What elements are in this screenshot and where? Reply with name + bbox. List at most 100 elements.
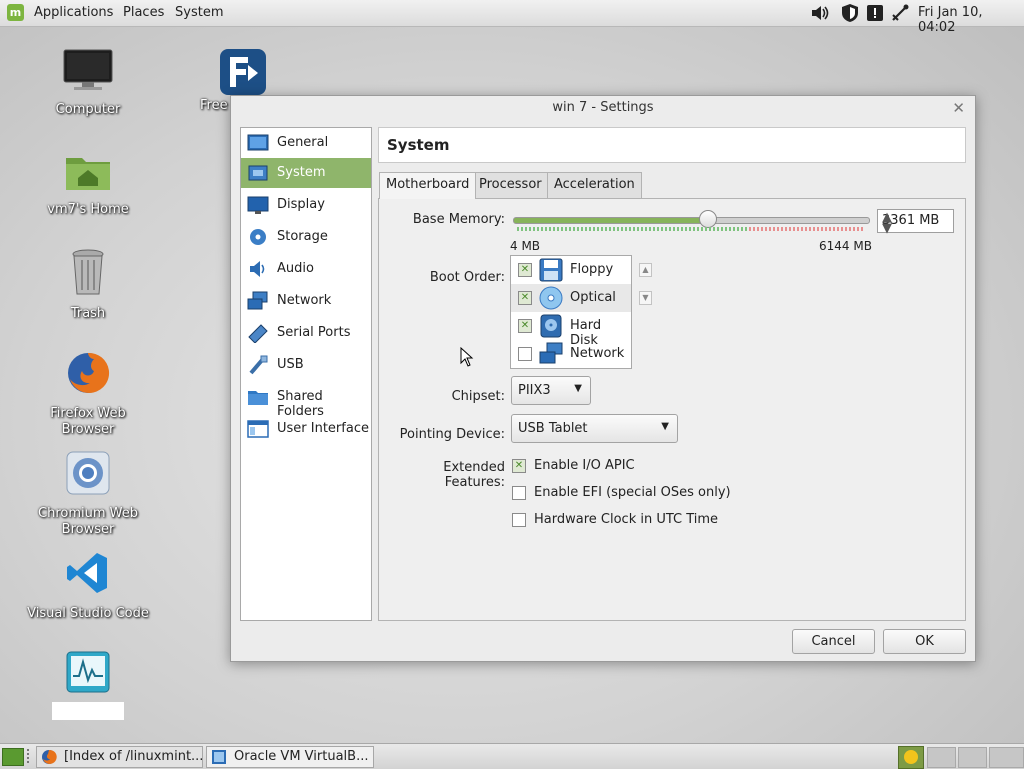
top-panel: m Applications Places System Fri Jan 10,… xyxy=(0,0,1024,35)
hard-disk-icon xyxy=(540,314,562,338)
volume-icon[interactable] xyxy=(810,3,830,23)
boot-item-hard-disk[interactable]: ✕ Hard Disk xyxy=(511,312,631,348)
slider-min-label: 4 MB xyxy=(510,239,541,253)
optical-disc-icon xyxy=(539,286,563,310)
desktop-icon-label: Trash xyxy=(70,306,106,321)
freefilesync-icon xyxy=(220,49,266,95)
updates-applet-icon[interactable] xyxy=(898,746,924,769)
panel-handle[interactable] xyxy=(27,749,33,763)
desktop-icon-trash[interactable]: Trash xyxy=(23,248,153,322)
desktop-icon-monitor-app[interactable] xyxy=(23,650,153,720)
general-icon xyxy=(247,134,269,151)
bottom-panel: [Index of /linuxmint... Oracle VM Virtua… xyxy=(0,743,1024,769)
system-monitor-icon xyxy=(66,651,110,693)
efi-checkbox[interactable] xyxy=(512,486,526,500)
virtualbox-task-icon xyxy=(212,750,226,764)
update-manager-icon[interactable] xyxy=(865,3,885,23)
system-icon xyxy=(248,165,268,181)
desktop-icon-firefox[interactable]: Firefox Web Browser xyxy=(23,350,153,438)
tab-acceleration[interactable]: Acceleration xyxy=(547,172,642,198)
sidebar-item-shared-folders[interactable]: Shared Folders xyxy=(241,382,371,419)
home-folder-icon xyxy=(66,158,110,190)
boot-item-label: Floppy xyxy=(570,262,614,277)
workspace-3[interactable] xyxy=(989,747,1024,768)
boot-item-label: Optical xyxy=(570,290,616,305)
network-icon xyxy=(247,291,268,310)
cancel-button[interactable]: Cancel xyxy=(792,629,875,654)
computer-icon xyxy=(63,49,113,90)
boot-item-network[interactable]: Network xyxy=(511,340,631,368)
utc-clock-checkbox[interactable] xyxy=(512,513,526,527)
slider-warning-zone xyxy=(749,227,865,231)
tab-processor[interactable]: Processor xyxy=(472,172,549,198)
desktop-icon-label-editor[interactable] xyxy=(52,702,124,720)
boot-item-optical[interactable]: ✕ Optical xyxy=(511,284,631,312)
sidebar-item-system[interactable]: System xyxy=(241,158,371,188)
base-memory-spinbox[interactable]: 3361 MB ▲ ▼ xyxy=(877,209,954,236)
move-up-icon[interactable]: ▲ xyxy=(639,263,652,277)
io-apic-checkbox[interactable]: ✕ xyxy=(512,459,526,473)
task-virtualbox[interactable]: Oracle VM VirtualB... xyxy=(206,746,374,768)
sidebar-item-usb[interactable]: USB xyxy=(241,350,371,380)
system-menu[interactable]: System xyxy=(175,5,223,20)
workspace-1[interactable] xyxy=(927,747,956,768)
desktop-icon-computer[interactable]: Computer xyxy=(23,48,153,118)
dialog-title: win 7 - Settings xyxy=(552,100,654,115)
clock[interactable]: Fri Jan 10, 04:02 xyxy=(918,5,1024,35)
chipset-value: PIIX3 xyxy=(518,383,551,398)
sidebar-item-label: Serial Ports xyxy=(277,325,351,340)
ok-button[interactable]: OK xyxy=(883,629,966,654)
tab-motherboard[interactable]: Motherboard xyxy=(379,172,477,199)
user-interface-icon xyxy=(247,420,269,438)
task-label: [Index of /linuxmint... xyxy=(64,749,204,764)
workspace-2[interactable] xyxy=(958,747,987,768)
sidebar-item-serial-ports[interactable]: Serial Ports xyxy=(241,318,371,348)
mint-menu-icon[interactable]: m xyxy=(7,4,24,21)
boot-item-checkbox[interactable]: ✕ xyxy=(518,319,532,333)
spin-down-icon[interactable]: ▼ xyxy=(882,221,892,236)
base-memory-slider[interactable] xyxy=(513,217,870,224)
show-desktop-icon[interactable] xyxy=(2,748,24,766)
sidebar-item-network[interactable]: Network xyxy=(241,286,371,316)
desktop-icon-label: Chromium Web Browser xyxy=(38,506,138,537)
desktop-icon-vscode[interactable]: Visual Studio Code xyxy=(23,550,153,622)
close-icon[interactable]: ✕ xyxy=(952,99,965,117)
firefox-task-icon xyxy=(42,749,57,764)
sidebar-item-display[interactable]: Display xyxy=(241,190,371,220)
applications-menu[interactable]: Applications xyxy=(34,5,113,20)
firefox-icon xyxy=(68,352,110,393)
sidebar-item-general[interactable]: General xyxy=(241,128,371,158)
boot-item-floppy[interactable]: ✕ Floppy xyxy=(511,256,631,284)
desktop-icon-label: vm7's Home xyxy=(47,202,129,217)
task-label: Oracle VM VirtualB... xyxy=(234,749,369,764)
sidebar-item-audio[interactable]: Audio xyxy=(241,254,371,284)
storage-icon xyxy=(250,229,266,245)
desktop-icon-home[interactable]: vm7's Home xyxy=(23,152,153,218)
dialog-titlebar[interactable]: win 7 - Settings ✕ xyxy=(231,96,975,120)
sidebar-item-storage[interactable]: Storage xyxy=(241,222,371,252)
boot-item-label: Network xyxy=(570,346,625,361)
boot-item-checkbox[interactable]: ✕ xyxy=(518,291,532,305)
pointing-device-label: Pointing Device: xyxy=(399,427,505,442)
boot-item-checkbox[interactable]: ✕ xyxy=(518,263,532,277)
chipset-select[interactable]: PIIX3 ▼ xyxy=(511,376,591,405)
desktop-icon-chromium[interactable]: Chromium Web Browser xyxy=(23,450,153,538)
shield-icon[interactable] xyxy=(840,3,860,23)
section-heading: System xyxy=(378,127,966,163)
sidebar-item-label: Storage xyxy=(277,229,328,244)
settings-sidebar: General System Display Storage Audio Net… xyxy=(240,127,372,621)
task-firefox[interactable]: [Index of /linuxmint... xyxy=(36,746,203,768)
base-memory-slider-handle[interactable] xyxy=(699,210,718,228)
boot-item-checkbox[interactable] xyxy=(518,347,532,361)
pointing-device-select[interactable]: USB Tablet ▼ xyxy=(511,414,678,443)
spin-up-icon[interactable]: ▲ xyxy=(882,210,892,225)
option-label: Enable EFI (special OSes only) xyxy=(534,485,731,500)
desktop-icon-label: Firefox Web Browser xyxy=(50,406,126,437)
chevron-down-icon: ▼ xyxy=(574,383,582,394)
desktop-icon-freefilesync[interactable] xyxy=(218,47,268,95)
places-menu[interactable]: Places xyxy=(123,5,164,20)
sidebar-item-user-interface[interactable]: User Interface xyxy=(241,414,371,444)
move-down-icon[interactable]: ▼ xyxy=(639,291,652,305)
sidebar-item-label: General xyxy=(277,135,329,150)
network-tray-icon[interactable] xyxy=(890,3,910,23)
